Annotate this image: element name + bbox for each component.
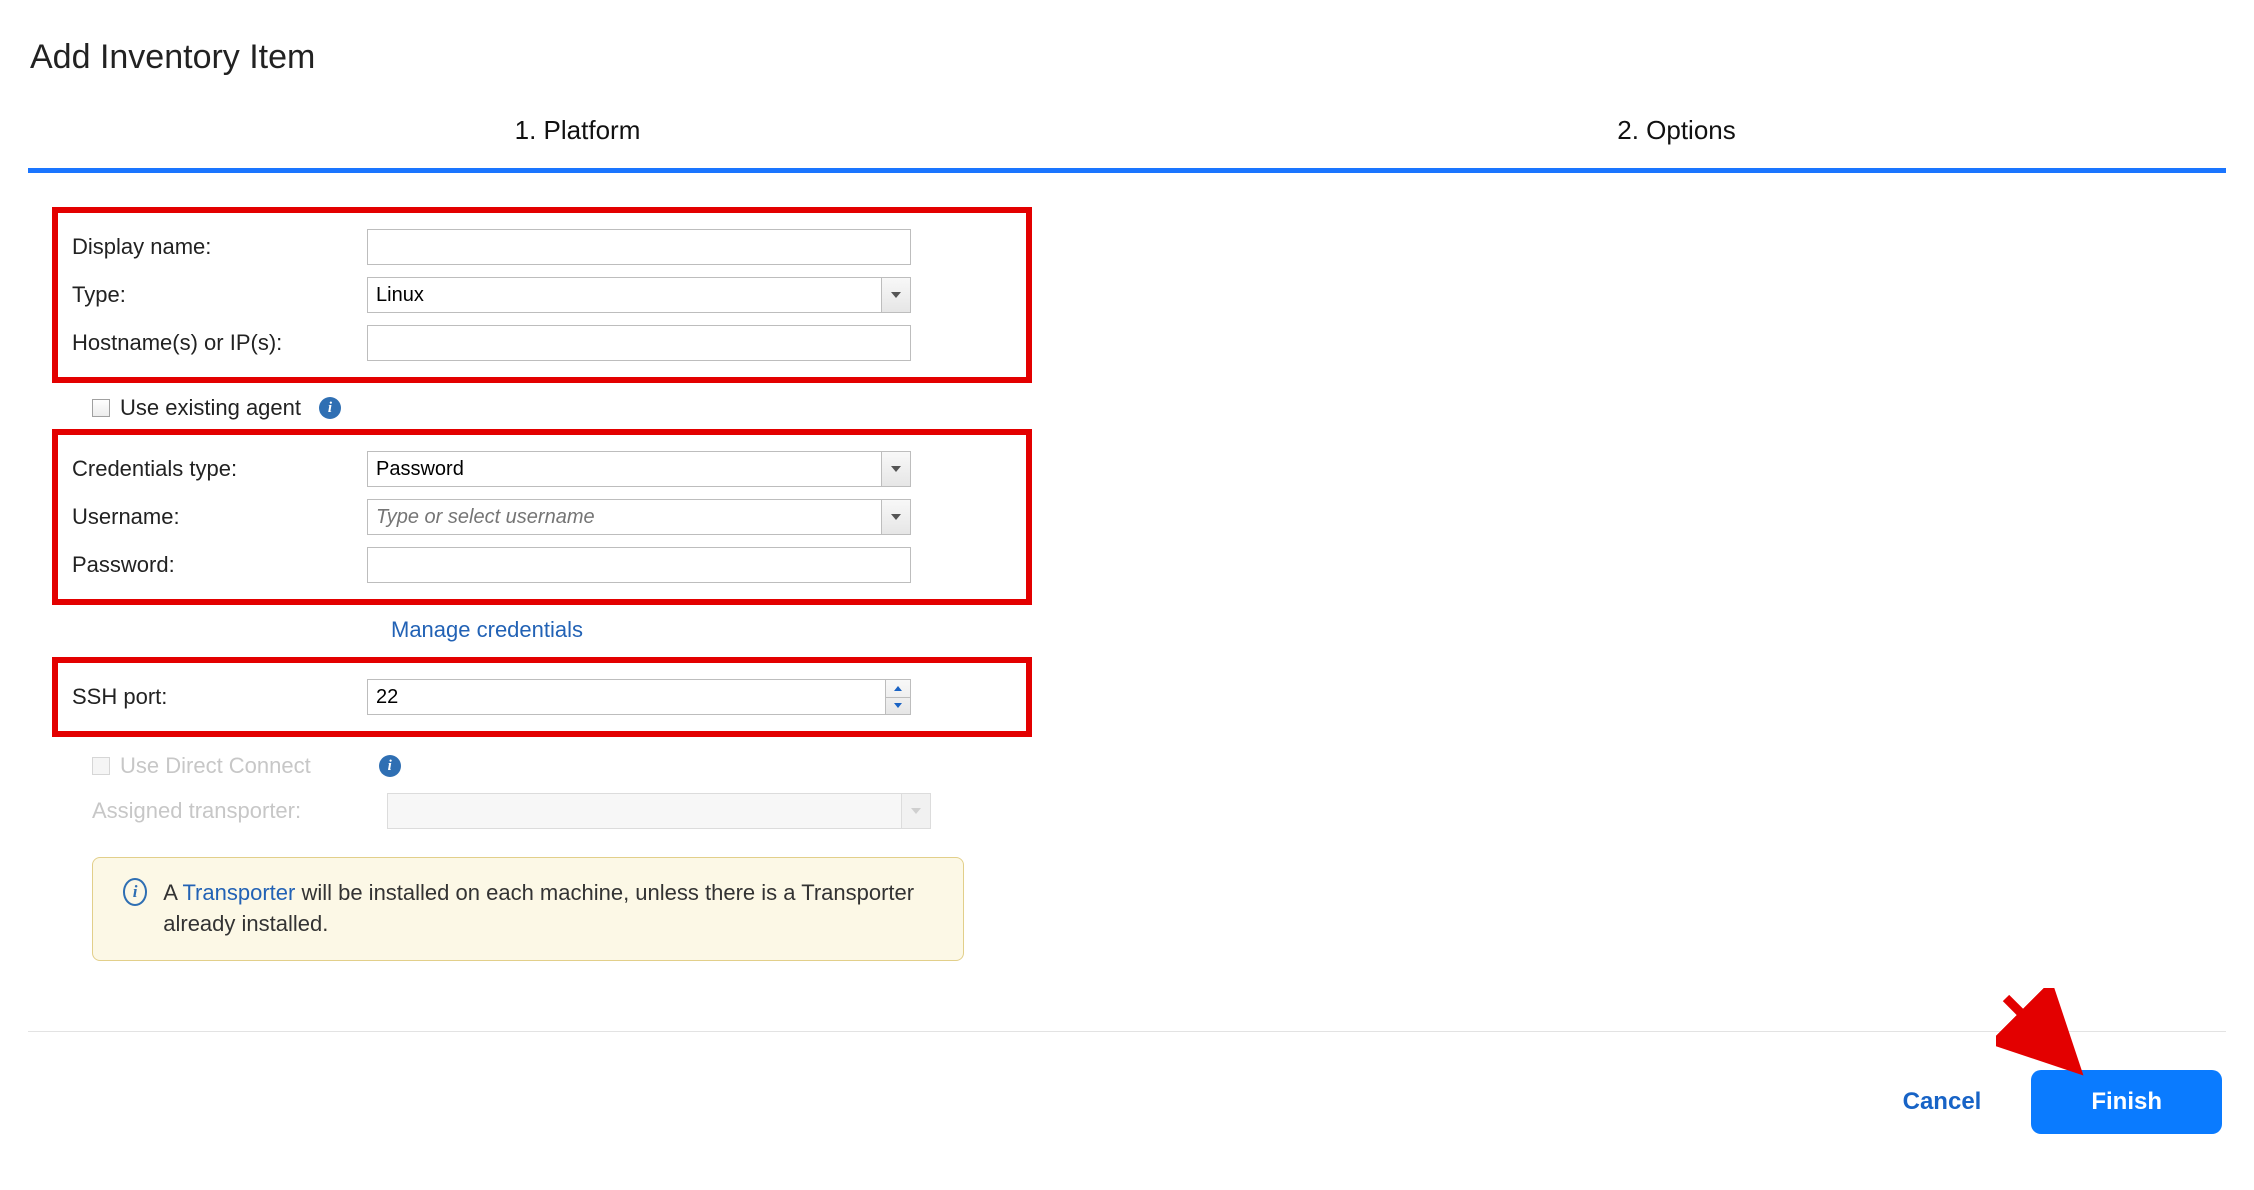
chevron-down-icon <box>891 514 901 520</box>
highlight-box-ssh: SSH port: <box>52 657 1032 737</box>
chevron-down-icon <box>911 808 921 814</box>
form-area: Display name: Type: Hostname(s) or IP(s)… <box>28 207 2226 961</box>
chevron-up-icon <box>894 686 902 691</box>
transporter-info-panel: i A Transporter will be installed on eac… <box>92 857 964 961</box>
type-label: Type: <box>72 282 367 308</box>
info-text-prefix: A <box>163 880 182 905</box>
hostnames-label: Hostname(s) or IP(s): <box>72 330 367 356</box>
credentials-type-dropdown-button[interactable] <box>881 451 911 487</box>
manage-credentials-link[interactable]: Manage credentials <box>391 609 2226 657</box>
display-name-input[interactable] <box>367 229 911 265</box>
password-input[interactable] <box>367 547 911 583</box>
use-existing-agent-label: Use existing agent <box>120 395 301 421</box>
credentials-type-select[interactable] <box>367 451 911 487</box>
username-label: Username: <box>72 504 367 530</box>
ssh-port-spinner <box>885 679 911 715</box>
use-direct-connect-row: Use Direct Connect i <box>52 741 2226 787</box>
chevron-down-icon <box>891 292 901 298</box>
type-select[interactable] <box>367 277 911 313</box>
cancel-button[interactable]: Cancel <box>1897 1087 1988 1117</box>
ssh-port-decrement[interactable] <box>886 698 910 715</box>
chevron-down-icon <box>891 466 901 472</box>
add-inventory-dialog: Add Inventory Item 1. Platform 2. Option… <box>0 0 2254 1174</box>
highlight-box-basic: Display name: Type: Hostname(s) or IP(s)… <box>52 207 1032 383</box>
use-direct-connect-checkbox <box>92 757 110 775</box>
info-icon: i <box>123 878 147 906</box>
highlight-box-credentials: Credentials type: Username: Password: <box>52 429 1032 605</box>
use-direct-connect-label: Use Direct Connect <box>120 753 311 779</box>
step-options[interactable]: 2. Options <box>1127 115 2226 168</box>
hostnames-input[interactable] <box>367 325 911 361</box>
info-icon[interactable]: i <box>379 755 401 777</box>
display-name-label: Display name: <box>72 234 367 260</box>
chevron-down-icon <box>894 703 902 708</box>
assigned-transporter-dropdown-button <box>901 793 931 829</box>
use-existing-agent-checkbox[interactable] <box>92 399 110 417</box>
step-platform[interactable]: 1. Platform <box>28 115 1127 168</box>
info-icon[interactable]: i <box>319 397 341 419</box>
annotation-arrow-icon <box>1996 988 2086 1078</box>
ssh-port-label: SSH port: <box>72 684 367 710</box>
password-label: Password: <box>72 552 367 578</box>
transporter-link[interactable]: Transporter <box>182 880 295 905</box>
page-title: Add Inventory Item <box>30 38 2226 77</box>
username-dropdown-button[interactable] <box>881 499 911 535</box>
type-dropdown-button[interactable] <box>881 277 911 313</box>
wizard-steps: 1. Platform 2. Options <box>28 115 2226 173</box>
use-existing-agent-row: Use existing agent i <box>52 387 2226 429</box>
assigned-transporter-label: Assigned transporter: <box>92 798 387 824</box>
ssh-port-input[interactable] <box>367 679 911 715</box>
username-combo[interactable] <box>367 499 911 535</box>
credentials-type-label: Credentials type: <box>72 456 367 482</box>
finish-button[interactable]: Finish <box>2031 1070 2222 1134</box>
transporter-info-message: A Transporter will be installed on each … <box>163 878 941 940</box>
dialog-footer: Cancel Finish <box>28 1031 2226 1134</box>
ssh-port-increment[interactable] <box>886 680 910 698</box>
assigned-transporter-select <box>387 793 931 829</box>
